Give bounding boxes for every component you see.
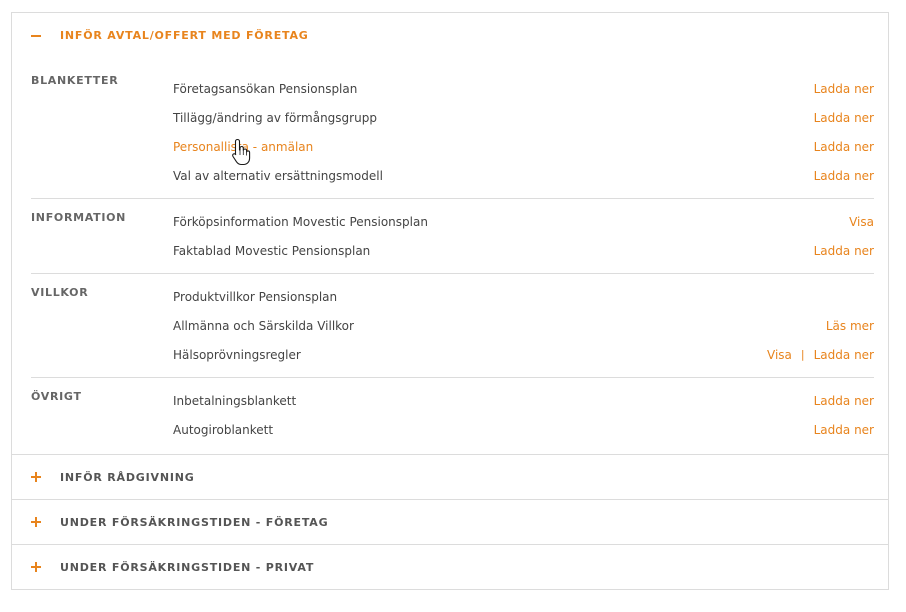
list-item: Val av alternativ ersättningsmodell Ladd…	[31, 161, 874, 190]
row-actions: Ladda ner	[814, 423, 874, 437]
group-villkor: VILLKOR Produktvillkor Pensionsplan Allm…	[31, 274, 874, 378]
section-header-infor-radgivning[interactable]: INFÖR RÅDGIVNING	[12, 455, 888, 499]
accordion: INFÖR AVTAL/OFFERT MED FÖRETAG BLANKETTE…	[11, 12, 889, 590]
minus-icon	[31, 34, 41, 37]
section-infor-avtal: INFÖR AVTAL/OFFERT MED FÖRETAG BLANKETTE…	[12, 13, 888, 455]
section-header-under-forsakringstiden-privat[interactable]: UNDER FÖRSÄKRINGSTIDEN - PRIVAT	[12, 545, 888, 589]
plus-icon	[31, 517, 41, 527]
row-actions: Visa | Ladda ner	[767, 348, 874, 362]
list-item: Hälsoprövningsregler Visa | Ladda ner	[31, 340, 874, 369]
plus-icon	[31, 562, 41, 572]
document-name[interactable]: Företagsansökan Pensionsplan	[173, 82, 357, 96]
download-link[interactable]: Ladda ner	[814, 394, 874, 408]
row-actions: Ladda ner	[814, 169, 874, 183]
download-link[interactable]: Ladda ner	[814, 423, 874, 437]
row-actions: Visa	[849, 215, 874, 229]
row-actions: Ladda ner	[814, 82, 874, 96]
list-item: Företagsansökan Pensionsplan Ladda ner	[31, 74, 874, 103]
document-name[interactable]: Inbetalningsblankett	[173, 394, 296, 408]
action-separator: |	[800, 348, 805, 361]
list-item: Tillägg/ändring av förmångsgrupp Ladda n…	[31, 103, 874, 132]
view-link[interactable]: Visa	[849, 215, 874, 229]
document-name[interactable]: Allmänna och Särskilda Villkor	[173, 319, 354, 333]
download-link[interactable]: Ladda ner	[814, 82, 874, 96]
section-under-forsakringstiden-privat: UNDER FÖRSÄKRINGSTIDEN - PRIVAT	[12, 545, 888, 589]
read-more-link[interactable]: Läs mer	[826, 319, 874, 333]
download-link[interactable]: Ladda ner	[814, 348, 874, 362]
list-item: Inbetalningsblankett Ladda ner	[31, 386, 874, 415]
section-header-under-forsakringstiden-foretag[interactable]: UNDER FÖRSÄKRINGSTIDEN - FÖRETAG	[12, 500, 888, 544]
document-name[interactable]: Faktablad Movestic Pensionsplan	[173, 244, 370, 258]
list-item: Faktablad Movestic Pensionsplan Ladda ne…	[31, 236, 874, 265]
section-title: INFÖR AVTAL/OFFERT MED FÖRETAG	[60, 29, 309, 42]
list-item: Förköpsinformation Movestic Pensionsplan…	[31, 207, 874, 236]
section-title: INFÖR RÅDGIVNING	[60, 470, 195, 484]
list-item: Autogiroblankett Ladda ner	[31, 415, 874, 444]
section-header-infor-avtal[interactable]: INFÖR AVTAL/OFFERT MED FÖRETAG	[12, 13, 888, 58]
row-actions: Ladda ner	[814, 244, 874, 258]
document-name[interactable]: Val av alternativ ersättningsmodell	[173, 169, 383, 183]
section-body: BLANKETTER Företagsansökan Pensionsplan …	[12, 58, 888, 454]
download-link[interactable]: Ladda ner	[814, 169, 874, 183]
row-actions: Ladda ner	[814, 140, 874, 154]
row-actions: Ladda ner	[814, 111, 874, 125]
row-actions: Ladda ner	[814, 394, 874, 408]
row-actions: Läs mer	[826, 319, 874, 333]
document-name[interactable]: Autogiroblankett	[173, 423, 273, 437]
list-item: Produktvillkor Pensionsplan	[31, 282, 874, 311]
group-blanketter: BLANKETTER Företagsansökan Pensionsplan …	[31, 58, 874, 199]
view-link[interactable]: Visa	[767, 348, 792, 362]
plus-icon	[31, 472, 41, 482]
group-information: INFORMATION Förköpsinformation Movestic …	[31, 199, 874, 274]
section-title: UNDER FÖRSÄKRINGSTIDEN - FÖRETAG	[60, 515, 329, 529]
document-name[interactable]: Tillägg/ändring av förmångsgrupp	[173, 111, 377, 125]
download-link[interactable]: Ladda ner	[814, 111, 874, 125]
section-under-forsakringstiden-foretag: UNDER FÖRSÄKRINGSTIDEN - FÖRETAG	[12, 500, 888, 545]
list-item: Personallista - anmälan Ladda ner	[31, 132, 874, 161]
document-name[interactable]: Personallista - anmälan	[173, 140, 313, 154]
document-name[interactable]: Hälsoprövningsregler	[173, 348, 301, 362]
list-item: Allmänna och Särskilda Villkor Läs mer	[31, 311, 874, 340]
download-link[interactable]: Ladda ner	[814, 140, 874, 154]
document-name[interactable]: Förköpsinformation Movestic Pensionsplan	[173, 215, 428, 229]
section-title: UNDER FÖRSÄKRINGSTIDEN - PRIVAT	[60, 560, 315, 574]
download-link[interactable]: Ladda ner	[814, 244, 874, 258]
document-name[interactable]: Produktvillkor Pensionsplan	[173, 290, 337, 304]
group-ovrigt: ÖVRIGT Inbetalningsblankett Ladda ner Au…	[31, 378, 874, 454]
section-infor-radgivning: INFÖR RÅDGIVNING	[12, 455, 888, 500]
